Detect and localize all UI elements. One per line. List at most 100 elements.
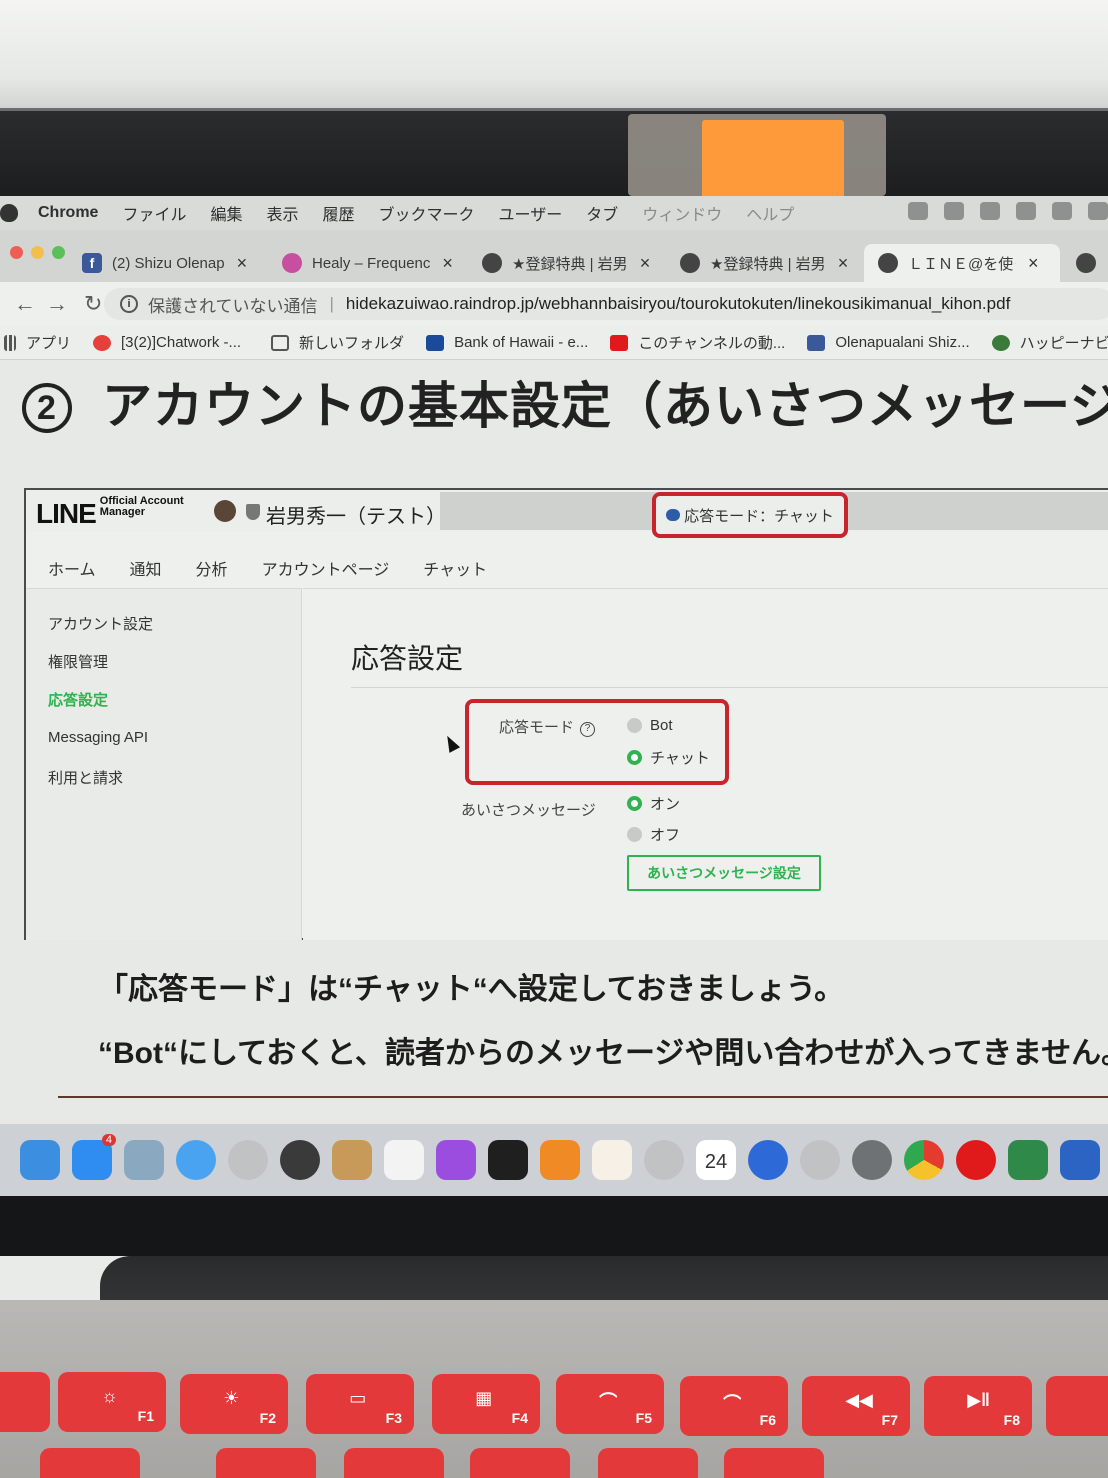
key-f3[interactable]: ▭ F3 bbox=[306, 1374, 414, 1434]
key-7[interactable] bbox=[724, 1448, 824, 1478]
disabled-app-icon[interactable] bbox=[1008, 1140, 1048, 1180]
tab-extra[interactable] bbox=[1076, 244, 1106, 282]
tab-healy[interactable]: Healy – Frequenc × bbox=[282, 244, 453, 282]
sidebar-item-permissions[interactable]: 権限管理 bbox=[48, 651, 108, 672]
podcasts-icon[interactable] bbox=[436, 1140, 476, 1180]
key-f2[interactable]: ☀ F2 bbox=[180, 1374, 288, 1434]
obs-icon[interactable] bbox=[280, 1140, 320, 1180]
info-icon[interactable]: i bbox=[120, 295, 138, 313]
menu-history[interactable]: 履歴 bbox=[323, 201, 355, 225]
key-f8[interactable]: ▶‖ F8 bbox=[924, 1376, 1032, 1436]
response-mode-pill[interactable]: 応答モード：チャット bbox=[652, 492, 848, 538]
opera-icon[interactable] bbox=[956, 1140, 996, 1180]
apple-icon[interactable] bbox=[0, 204, 18, 222]
key-f5[interactable]: ⌒ F5 bbox=[556, 1374, 664, 1434]
calendar-icon[interactable]: 24 bbox=[696, 1140, 736, 1180]
bookmark-apps[interactable]: アプリ bbox=[4, 332, 71, 353]
key-f4[interactable]: ▦ F4 bbox=[432, 1374, 540, 1434]
sidebar-item-billing[interactable]: 利用と請求 bbox=[48, 767, 123, 788]
books-icon[interactable] bbox=[540, 1140, 580, 1180]
account-name[interactable]: 岩男秀一（テスト） bbox=[266, 500, 446, 529]
key-5[interactable] bbox=[470, 1448, 570, 1478]
close-window-button[interactable] bbox=[10, 246, 23, 259]
nav-chat[interactable]: チャット bbox=[423, 556, 487, 580]
bookmark-happy-navi[interactable]: ハッピーナビ bbox=[991, 332, 1108, 353]
chrome-icon[interactable] bbox=[904, 1140, 944, 1180]
system-preferences-icon[interactable] bbox=[852, 1140, 892, 1180]
nav-notifications[interactable]: 通知 bbox=[130, 556, 162, 580]
close-tab-icon[interactable]: × bbox=[1028, 253, 1039, 274]
wifi-icon[interactable] bbox=[1088, 202, 1108, 220]
key-f7[interactable]: ◀◀ F7 bbox=[802, 1376, 910, 1436]
time-machine-icon[interactable] bbox=[1016, 202, 1036, 220]
bookmark-chatwork[interactable]: [3(2)]Chatwork -... bbox=[93, 334, 241, 351]
key-f6[interactable]: ⌒ F6 bbox=[680, 1376, 788, 1436]
safari-icon[interactable] bbox=[176, 1140, 216, 1180]
app-store-icon[interactable]: 4 bbox=[72, 1134, 116, 1180]
tab-registration-2[interactable]: ★登録特典 | 岩男 × bbox=[680, 244, 848, 282]
sidebar-item-messaging-api[interactable]: Messaging API bbox=[48, 729, 148, 746]
nav-analytics[interactable]: 分析 bbox=[196, 556, 228, 580]
tab-registration-1[interactable]: ★登録特典 | 岩男 × bbox=[482, 244, 650, 282]
tab-facebook[interactable]: f (2) Shizu Olenap × bbox=[82, 244, 247, 282]
music-icon[interactable] bbox=[384, 1140, 424, 1180]
quicktime-icon[interactable] bbox=[748, 1140, 788, 1180]
key-2[interactable] bbox=[40, 1448, 140, 1478]
nav-home[interactable]: ホーム bbox=[48, 556, 96, 580]
close-tab-icon[interactable]: × bbox=[640, 253, 651, 274]
disabled-app-icon[interactable] bbox=[644, 1140, 684, 1180]
menu-tab[interactable]: タブ bbox=[586, 201, 618, 225]
key-4[interactable] bbox=[344, 1448, 444, 1478]
apple-tv-icon[interactable] bbox=[488, 1140, 528, 1180]
dropbox-icon[interactable] bbox=[908, 202, 928, 220]
forward-icon[interactable]: → bbox=[46, 291, 68, 317]
key-f1[interactable]: ☼ F1 bbox=[58, 1372, 166, 1432]
sidebar-item-account-settings[interactable]: アカウント設定 bbox=[48, 613, 153, 634]
disabled-app-icon[interactable] bbox=[1060, 1140, 1100, 1180]
reload-icon[interactable]: ↻ bbox=[84, 291, 102, 317]
omnibox[interactable]: i 保護されていない通信 | hidekazuiwao.raindrop.jp/… bbox=[104, 288, 1108, 320]
finder-icon[interactable] bbox=[20, 1140, 60, 1180]
bookmark-folder[interactable]: 新しいフォルダ bbox=[271, 332, 404, 353]
preview-icon[interactable] bbox=[124, 1140, 164, 1180]
menu-help[interactable]: ヘルプ bbox=[746, 201, 794, 225]
url-text[interactable]: hidekazuiwao.raindrop.jp/webhannbaisiryo… bbox=[346, 294, 1010, 314]
help-icon[interactable]: ? bbox=[580, 722, 596, 737]
radio-bot[interactable]: Bot bbox=[627, 717, 673, 734]
avatar[interactable] bbox=[214, 500, 236, 522]
radio-greeting-on[interactable]: オン bbox=[627, 793, 680, 814]
menu-edit[interactable]: 編集 bbox=[210, 201, 242, 225]
menu-view[interactable]: 表示 bbox=[266, 201, 298, 225]
bookmark-youtube[interactable]: このチャンネルの動... bbox=[610, 332, 785, 353]
bluetooth-icon[interactable] bbox=[1052, 202, 1072, 220]
menu-bookmarks[interactable]: ブックマーク bbox=[379, 201, 475, 225]
disabled-app-icon[interactable] bbox=[228, 1140, 268, 1180]
close-tab-icon[interactable]: × bbox=[237, 253, 248, 274]
key-6[interactable] bbox=[598, 1448, 698, 1478]
menu-chrome[interactable]: Chrome bbox=[38, 204, 98, 222]
tab-line-manual[interactable]: ＬＩＮＥ@を使っ × bbox=[864, 244, 1060, 282]
sidebar-item-response-settings[interactable]: 応答設定 bbox=[48, 689, 108, 710]
photos-icon[interactable] bbox=[592, 1140, 632, 1180]
bookmark-bank-of-hawaii[interactable]: Bank of Hawaii - e... bbox=[426, 334, 588, 351]
zoom-window-button[interactable] bbox=[52, 246, 65, 259]
security-status[interactable]: 保護されていない通信 bbox=[148, 292, 318, 317]
disabled-app-icon[interactable] bbox=[800, 1140, 840, 1180]
key-3[interactable] bbox=[216, 1448, 316, 1478]
radio-chat[interactable]: チャット bbox=[627, 747, 710, 768]
back-icon[interactable]: ← bbox=[14, 291, 36, 317]
key-esc[interactable] bbox=[0, 1372, 50, 1432]
minimize-window-button[interactable] bbox=[31, 246, 44, 259]
airplay-icon[interactable] bbox=[980, 202, 1000, 220]
close-tab-icon[interactable]: × bbox=[442, 253, 453, 274]
menu-window[interactable]: ウィンドウ bbox=[642, 201, 722, 225]
close-tab-icon[interactable]: × bbox=[838, 253, 849, 274]
contacts-icon[interactable] bbox=[332, 1140, 372, 1180]
nav-account-page[interactable]: アカウントページ bbox=[262, 556, 390, 580]
key-f9[interactable] bbox=[1046, 1376, 1108, 1436]
cloud-icon[interactable] bbox=[944, 202, 964, 220]
menu-user[interactable]: ユーザー bbox=[499, 201, 563, 225]
greeting-settings-button[interactable]: あいさつメッセージ設定 bbox=[627, 855, 821, 891]
radio-greeting-off[interactable]: オフ bbox=[627, 824, 680, 845]
menu-file[interactable]: ファイル bbox=[122, 201, 186, 225]
